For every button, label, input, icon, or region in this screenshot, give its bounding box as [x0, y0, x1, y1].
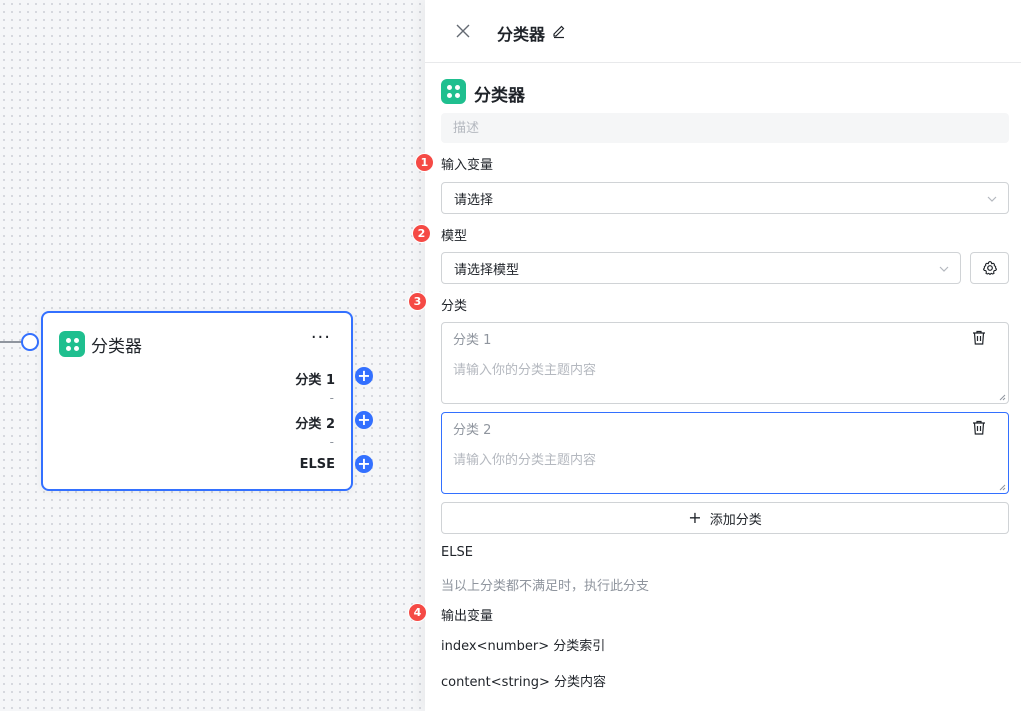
step-badge-2: 2	[412, 224, 431, 243]
branch-label-2: 分类 2	[295, 417, 335, 432]
model-label: 模型	[441, 229, 468, 244]
input-variable-placeholder: 请选择	[454, 192, 494, 208]
branch-separator: -	[329, 391, 334, 405]
add-branch-2-plus-icon[interactable]: +	[355, 411, 373, 429]
delete-category-1-trash-icon[interactable]	[972, 330, 986, 345]
branch-separator: -	[329, 435, 334, 449]
resize-handle-icon[interactable]	[998, 483, 1006, 491]
incoming-edge	[0, 341, 22, 343]
model-placeholder: 请选择模型	[454, 262, 520, 278]
input-variable-label: 输入变量	[441, 158, 494, 173]
model-settings-button[interactable]	[970, 252, 1009, 284]
workflow-canvas[interactable]: 分类器 ··· 分类 1 - 分类 2 - ELSE + + +	[0, 0, 425, 711]
add-category-button[interactable]: + 添加分类	[441, 502, 1009, 534]
branch-label-else: ELSE	[299, 457, 335, 472]
add-category-label: 添加分类	[709, 512, 762, 528]
branch-label-1: 分类 1	[295, 373, 335, 388]
classifier-icon	[441, 79, 466, 104]
add-branch-else-plus-icon[interactable]: +	[355, 455, 373, 473]
more-options-icon[interactable]: ···	[311, 327, 331, 348]
classifier-node[interactable]: 分类器 ··· 分类 1 - 分类 2 - ELSE	[41, 311, 353, 491]
category-2-placeholder: 请输入你的分类主题内容	[453, 453, 597, 468]
step-badge-1: 1	[415, 153, 434, 172]
output-var-index: index<number> 分类索引	[441, 639, 606, 654]
close-icon[interactable]	[453, 21, 473, 41]
output-variables-label: 输出变量	[441, 609, 494, 624]
category-1-placeholder: 请输入你的分类主题内容	[453, 363, 597, 378]
description-input[interactable]	[441, 113, 1009, 143]
step-badge-3: 3	[408, 292, 427, 311]
node-title: 分类器	[91, 337, 142, 357]
node-config-panel: 分类器 分类器 1 输入变量 请选择 2 模型 请选择模型 3 分类 分类 1	[408, 0, 1021, 711]
chevron-down-icon	[987, 196, 997, 202]
else-label: ELSE	[441, 545, 473, 560]
edit-title-icon[interactable]	[551, 23, 567, 39]
chevron-down-icon	[939, 266, 949, 272]
delete-category-2-trash-icon[interactable]	[972, 420, 986, 435]
output-var-content: content<string> 分类内容	[441, 675, 607, 690]
else-hint: 当以上分类都不满足时，执行此分支	[441, 579, 650, 594]
classifier-icon	[59, 331, 85, 357]
gear-icon	[982, 260, 997, 276]
category-2-name: 分类 2	[453, 423, 492, 438]
node-name: 分类器	[474, 86, 525, 106]
category-1-textarea[interactable]: 分类 1 请输入你的分类主题内容	[441, 322, 1009, 404]
plus-icon: +	[688, 508, 702, 527]
category-2-textarea[interactable]: 分类 2 请输入你的分类主题内容	[441, 412, 1009, 494]
add-branch-1-plus-icon[interactable]: +	[355, 367, 373, 385]
categories-label: 分类	[441, 299, 468, 314]
input-variable-select[interactable]: 请选择	[441, 182, 1009, 214]
panel-title: 分类器	[497, 25, 546, 44]
category-1-name: 分类 1	[453, 333, 492, 348]
node-input-handle[interactable]	[21, 333, 39, 351]
step-badge-4: 4	[408, 603, 427, 622]
model-select[interactable]: 请选择模型	[441, 252, 961, 284]
panel-header: 分类器	[425, 0, 1021, 63]
resize-handle-icon[interactable]	[998, 393, 1006, 401]
